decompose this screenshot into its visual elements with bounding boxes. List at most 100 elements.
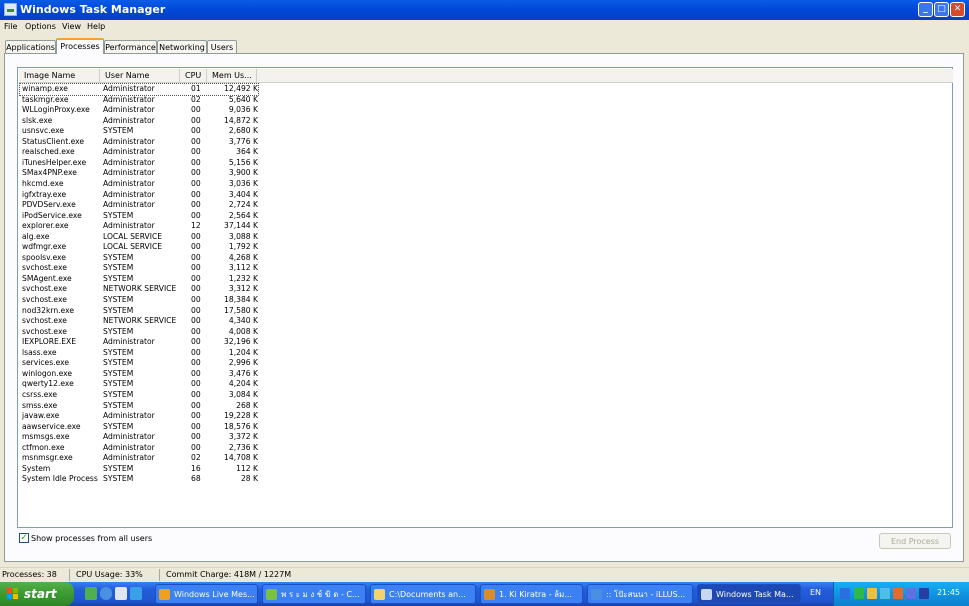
taskbar-button-label: :: โปัะสนนา - iLLUS...: [606, 590, 686, 599]
process-row[interactable]: igfxtray.exe Administrator 00 3,404 K: [20, 190, 258, 201]
start-button[interactable]: start: [0, 582, 74, 606]
process-row[interactable]: winlogon.exe SYSTEM 00 3,476 K: [20, 369, 258, 380]
minimize-button[interactable]: _: [918, 2, 933, 17]
title-bar[interactable]: Windows Task Manager _ □ ✕: [0, 0, 969, 20]
taskbar-button[interactable]: 1. Ki Kiratra - ล้ม...: [480, 584, 583, 604]
process-row[interactable]: msmsgs.exe Administrator 00 3,372 K: [20, 432, 258, 443]
process-row[interactable]: StatusClient.exe Administrator 00 3,776 K: [20, 137, 258, 148]
system-tray: 21:45: [833, 582, 969, 606]
process-user-name: Administrator: [103, 84, 155, 93]
taskmgr-tray-icon[interactable]: [919, 588, 929, 599]
status-divider: [159, 569, 160, 581]
process-mem-usage: 3,084 K: [228, 389, 258, 399]
process-mem-usage: 5,640 K: [228, 94, 258, 104]
messenger-tray-icon[interactable]: [880, 588, 890, 599]
process-row[interactable]: ctfmon.exe Administrator 00 2,736 K: [20, 443, 258, 454]
process-image-name: javaw.exe: [22, 411, 60, 421]
process-row[interactable]: svchost.exe SYSTEM 00 18,384 K: [20, 295, 258, 306]
process-row[interactable]: realsched.exe Administrator 00 364 K: [20, 147, 258, 158]
process-row[interactable]: explorer.exe Administrator 12 37,144 K: [20, 221, 258, 232]
taskbar-button[interactable]: C:\Documents an...: [370, 584, 476, 604]
tab-applications[interactable]: Applications: [5, 40, 56, 53]
tab-networking[interactable]: Networking: [157, 40, 207, 53]
end-process-button[interactable]: End Process: [879, 533, 951, 549]
process-row[interactable]: System SYSTEM 16 112 K: [20, 464, 258, 475]
process-image-name: System Idle Process: [22, 474, 98, 484]
clock: 21:45: [936, 588, 960, 597]
column-headers: Image Name User Name CPU Mem Us...: [19, 69, 953, 83]
process-row[interactable]: SMax4PNP.exe Administrator 00 3,900 K: [20, 168, 258, 179]
taskbar-button[interactable]: :: โปัะสนนา - iLLUS...: [587, 584, 693, 604]
process-mem-usage: 17,580 K: [224, 305, 258, 315]
language-indicator[interactable]: EN: [810, 588, 821, 597]
process-row[interactable]: nod32krn.exe SYSTEM 00 17,580 K: [20, 306, 258, 317]
folder-tray-icon[interactable]: [867, 588, 877, 599]
process-user-name: Administrator: [103, 168, 155, 178]
green-tray-icon[interactable]: [854, 588, 864, 599]
process-mem-usage: 1,792 K: [228, 242, 258, 252]
process-image-name: igfxtray.exe: [22, 189, 67, 199]
process-row[interactable]: iTunesHelper.exe Administrator 00 5,156 K: [20, 158, 258, 169]
process-user-name: NETWORK SERVICE: [103, 284, 177, 294]
taskbar-button[interactable]: พ ร ะ ม ง ช์ ฆิ ด - C...: [262, 584, 366, 604]
maximize-button[interactable]: □: [934, 2, 949, 17]
window-title: Windows Task Manager: [20, 3, 166, 16]
app-icon: [266, 589, 277, 600]
process-row[interactable]: hkcmd.exe Administrator 00 3,036 K: [20, 179, 258, 190]
tab-users[interactable]: Users: [207, 40, 237, 53]
process-mem-usage: 32,196 K: [224, 337, 258, 347]
menu-help[interactable]: Help: [87, 22, 105, 31]
column-image-name[interactable]: Image Name: [19, 69, 100, 82]
network-tray-icon[interactable]: [906, 588, 916, 599]
process-row[interactable]: slsk.exe Administrator 00 14,872 K: [20, 116, 258, 127]
process-row[interactable]: svchost.exe SYSTEM 00 4,008 K: [20, 327, 258, 338]
tab-performance[interactable]: Performance: [104, 40, 157, 53]
arrow-icon[interactable]: [840, 588, 850, 599]
process-row[interactable]: qwerty12.exe SYSTEM 00 4,204 K: [20, 379, 258, 390]
process-row[interactable]: svchost.exe NETWORK SERVICE 00 3,312 K: [20, 284, 258, 295]
process-row[interactable]: alg.exe LOCAL SERVICE 00 3,088 K: [20, 232, 258, 243]
column-mem-usage[interactable]: Mem Us...: [207, 69, 257, 82]
process-user-name: Administrator: [103, 147, 155, 157]
taskbar-button-label: พ ร ะ ม ง ช์ ฆิ ด - C...: [281, 590, 360, 599]
process-list[interactable]: Image Name User Name CPU Mem Us... winam…: [17, 67, 953, 528]
column-user-name[interactable]: User Name: [100, 69, 180, 82]
menu-view[interactable]: View: [62, 22, 81, 31]
process-row[interactable]: javaw.exe Administrator 00 19,228 K: [20, 411, 258, 422]
process-row[interactable]: svchost.exe NETWORK SERVICE 00 4,340 K: [20, 316, 258, 327]
show-all-users-checkbox[interactable]: ✓: [19, 533, 29, 543]
process-row[interactable]: System Idle Process SYSTEM 68 28 K: [20, 474, 258, 485]
process-row[interactable]: spoolsv.exe SYSTEM 00 4,268 K: [20, 253, 258, 264]
process-row[interactable]: aawservice.exe SYSTEM 00 18,576 K: [20, 422, 258, 433]
tab-processes[interactable]: Processes: [56, 38, 104, 54]
process-row[interactable]: wdfmgr.exe LOCAL SERVICE 00 1,792 K: [20, 242, 258, 253]
network-icon[interactable]: [85, 587, 97, 600]
process-row[interactable]: svchost.exe SYSTEM 00 3,112 K: [20, 263, 258, 274]
process-user-name: SYSTEM: [103, 273, 134, 283]
media-icon[interactable]: [115, 587, 127, 600]
messenger-icon[interactable]: [130, 587, 142, 600]
menu-file[interactable]: File: [4, 22, 17, 31]
process-row[interactable]: usnsvc.exe SYSTEM 00 2,680 K: [20, 126, 258, 137]
taskbar-button[interactable]: Windows Live Mes...: [155, 584, 258, 604]
process-row[interactable]: PDVDServ.exe Administrator 00 2,724 K: [20, 200, 258, 211]
process-image-name: csrss.exe: [22, 389, 58, 399]
process-row[interactable]: smss.exe SYSTEM 00 268 K: [20, 401, 258, 412]
process-row[interactable]: SMAgent.exe SYSTEM 00 1,232 K: [20, 274, 258, 285]
column-cpu[interactable]: CPU: [180, 69, 207, 82]
volume-icon[interactable]: [893, 588, 903, 599]
process-row[interactable]: iPodService.exe SYSTEM 00 2,564 K: [20, 211, 258, 222]
process-row[interactable]: lsass.exe SYSTEM 00 1,204 K: [20, 348, 258, 359]
process-row[interactable]: csrss.exe SYSTEM 00 3,084 K: [20, 390, 258, 401]
process-row[interactable]: WLLoginProxy.exe Administrator 00 9,036 K: [20, 105, 258, 116]
taskbar-button[interactable]: Windows Task Ma...: [697, 584, 801, 604]
process-row[interactable]: services.exe SYSTEM 00 2,996 K: [20, 358, 258, 369]
menu-options[interactable]: Options: [25, 22, 56, 31]
process-row[interactable]: taskmgr.exe Administrator 02 5,640 K: [20, 95, 258, 106]
process-row[interactable]: msnmsgr.exe Administrator 02 14,708 K: [20, 453, 258, 464]
close-button[interactable]: ✕: [950, 2, 965, 17]
process-mem-usage: 3,088 K: [228, 231, 258, 241]
ie-icon[interactable]: [100, 587, 112, 600]
process-row[interactable]: IEXPLORE.EXE Administrator 00 32,196 K: [20, 337, 258, 348]
process-row[interactable]: winamp.exe Administrator 01 12,492 K: [19, 83, 259, 96]
